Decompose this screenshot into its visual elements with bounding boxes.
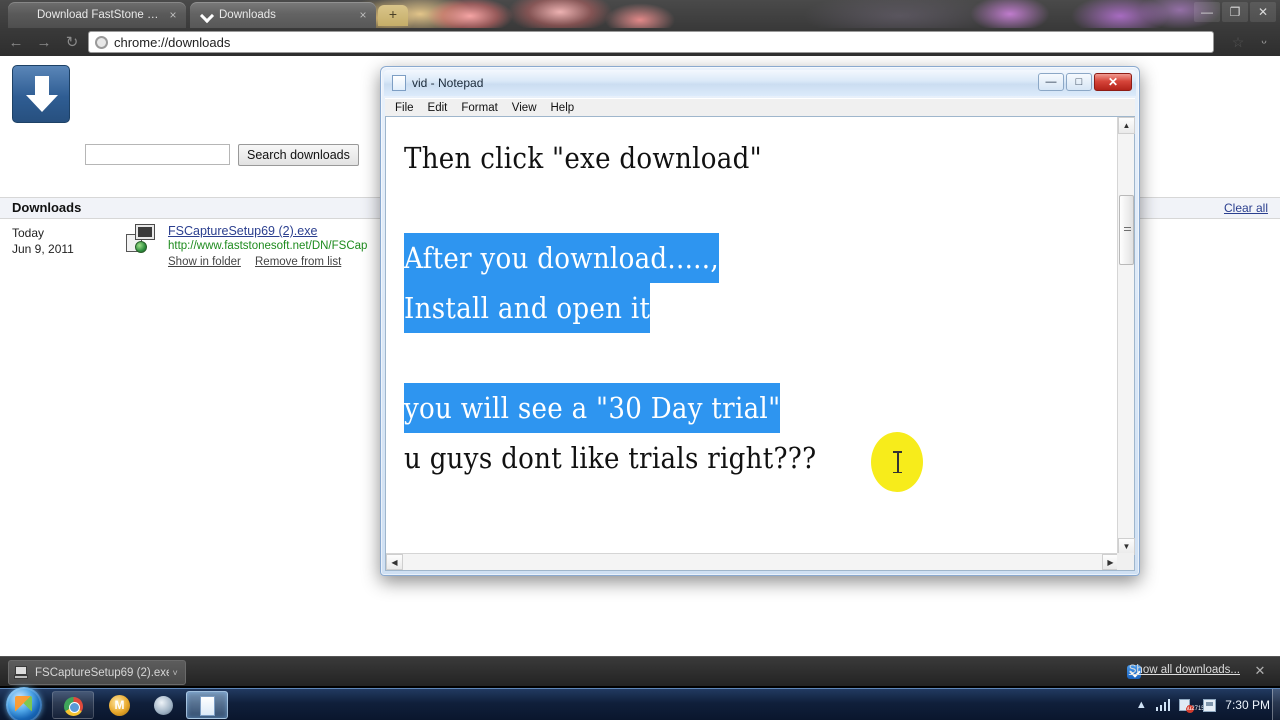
notepad-menubar: File Edit Format View Help <box>385 98 1135 116</box>
notepad-line-selected: After you download....., <box>404 233 719 283</box>
notepad-client-area: Then click "exe download" After you down… <box>385 116 1135 571</box>
new-tab-button[interactable]: + <box>378 5 408 26</box>
wrench-menu-icon[interactable]: ᵕ <box>1254 32 1274 52</box>
taskbar-item-notepad[interactable] <box>186 691 228 719</box>
address-bar[interactable]: chrome://downloads <box>88 31 1214 53</box>
forward-icon[interactable]: → <box>32 30 56 54</box>
resize-corner[interactable] <box>1117 553 1134 570</box>
menu-help[interactable]: Help <box>545 101 581 115</box>
vertical-scrollbar-thumb[interactable] <box>1119 195 1134 265</box>
show-hidden-icons-icon[interactable]: ▲ <box>1136 699 1147 711</box>
show-in-folder-link[interactable]: Show in folder <box>168 256 241 268</box>
notepad-title: vid - Notepad <box>412 76 484 90</box>
faststone-favicon <box>16 8 31 23</box>
close-button[interactable]: ✕ <box>1250 2 1276 22</box>
notepad-window-controls: — □ ✕ <box>1038 73 1132 91</box>
misc-app-icon <box>154 696 173 715</box>
ibeam-cursor-icon <box>893 450 902 474</box>
menu-view[interactable]: View <box>506 101 543 115</box>
download-date-full: Jun 9, 2011 <box>12 242 74 256</box>
notepad-vertical-scrollbar[interactable]: ▲ ▼ <box>1117 117 1135 555</box>
system-tray: ▲ \u2715 7:30 PM <box>1136 689 1276 720</box>
notepad-maximize-button[interactable]: □ <box>1066 73 1092 91</box>
search-input[interactable] <box>85 144 230 165</box>
maximize-button[interactable]: ❐ <box>1222 2 1248 22</box>
scroll-up-icon[interactable]: ▲ <box>1118 117 1135 134</box>
notepad-blank-line <box>404 183 1102 233</box>
clear-all-link[interactable]: Clear all <box>1224 201 1268 215</box>
executable-file-icon <box>13 665 29 681</box>
notepad-icon <box>392 75 406 91</box>
taskbar-item-messenger[interactable]: M <box>99 691 141 719</box>
minimize-button[interactable]: — <box>1194 2 1220 22</box>
notepad-titlebar[interactable]: vid - Notepad — □ ✕ <box>384 70 1136 96</box>
taskbar-item-chrome[interactable] <box>52 691 94 719</box>
menu-format[interactable]: Format <box>455 101 503 115</box>
notepad-line-selected: you will see a "30 Day trial" <box>404 383 781 433</box>
shelf-close-icon[interactable]: ✕ <box>1252 663 1268 679</box>
notepad-window: vid - Notepad — □ ✕ File Edit Format Vie… <box>380 66 1140 576</box>
back-icon[interactable]: ← <box>4 30 28 54</box>
start-button[interactable] <box>6 687 42 720</box>
download-date-day: Today <box>12 226 45 240</box>
notepad-line: u guys dont like trials right??? <box>404 441 817 475</box>
notepad-close-button[interactable]: ✕ <box>1094 73 1132 91</box>
notepad-horizontal-scrollbar[interactable]: ◀ ▶ <box>386 553 1119 570</box>
tab-strip: Download FastStone Cap... × Downloads × … <box>0 0 1280 28</box>
shelf-item-label: FSCaptureSetup69 (2).exe <box>35 666 170 679</box>
show-all-downloads-link[interactable]: Show all downloads... <box>1129 664 1240 676</box>
remove-from-list-link[interactable]: Remove from list <box>255 256 341 268</box>
tab-label: Download FastStone Cap... <box>37 9 166 21</box>
download-date: Today Jun 9, 2011 <box>12 225 74 257</box>
page-info-icon <box>95 35 108 49</box>
reload-icon[interactable]: ↻ <box>60 30 84 54</box>
network-status-icon[interactable]: \u2715 <box>1179 698 1205 713</box>
tab-downloads[interactable]: Downloads × <box>190 2 376 28</box>
scroll-left-icon[interactable]: ◀ <box>386 554 403 570</box>
shelf-download-item[interactable]: FSCaptureSetup69 (2).exe ˅ <box>8 660 186 685</box>
chrome-icon <box>64 697 83 716</box>
action-center-flag-icon[interactable] <box>1203 698 1217 712</box>
address-bar-url: chrome://downloads <box>114 34 231 50</box>
taskbar-item-misc-app[interactable] <box>143 691 185 719</box>
search-downloads-button[interactable]: Search downloads <box>238 144 359 166</box>
network-signal-icon[interactable] <box>1155 699 1171 711</box>
clock[interactable]: 7:30 PM <box>1225 698 1270 712</box>
menu-file[interactable]: File <box>389 101 420 115</box>
notepad-line: Then click "exe download" <box>404 141 762 175</box>
tab-close-icon[interactable]: × <box>166 8 180 22</box>
notepad-text-area[interactable]: Then click "exe download" After you down… <box>386 117 1102 555</box>
windows-taskbar: M ▲ \u2715 7:30 PM <box>0 687 1280 720</box>
page-title: Downloads <box>12 200 82 215</box>
bookmark-star-icon[interactable]: ☆ <box>1228 32 1248 52</box>
downloads-favicon <box>198 8 213 23</box>
download-file-icon <box>126 224 156 254</box>
browser-window-controls: — ❐ ✕ <box>1194 2 1276 24</box>
download-source-url: http://www.faststonesoft.net/DN/FSCap <box>168 240 368 252</box>
messenger-icon: M <box>109 695 130 716</box>
notepad-blank-line <box>404 333 1102 383</box>
tab-close-icon[interactable]: × <box>356 8 370 22</box>
tab-label: Downloads <box>219 9 276 21</box>
downloads-shelf: FSCaptureSetup69 (2).exe ˅ Show all down… <box>0 656 1280 686</box>
download-file-link[interactable]: FSCaptureSetup69 (2).exe <box>168 224 317 238</box>
windows-logo-icon <box>15 696 32 712</box>
notepad-taskbar-icon <box>200 696 215 716</box>
chevron-down-icon[interactable]: ˅ <box>169 668 181 678</box>
notepad-line-selected: Install and open it <box>404 283 651 333</box>
downloads-arrow-icon <box>12 65 70 123</box>
browser-toolbar: ← → ↻ chrome://downloads ☆ ᵕ <box>0 28 1280 56</box>
show-desktop-button[interactable] <box>1272 689 1280 720</box>
notepad-minimize-button[interactable]: — <box>1038 73 1064 91</box>
menu-edit[interactable]: Edit <box>422 101 454 115</box>
tab-download-faststone[interactable]: Download FastStone Cap... × <box>8 2 186 28</box>
